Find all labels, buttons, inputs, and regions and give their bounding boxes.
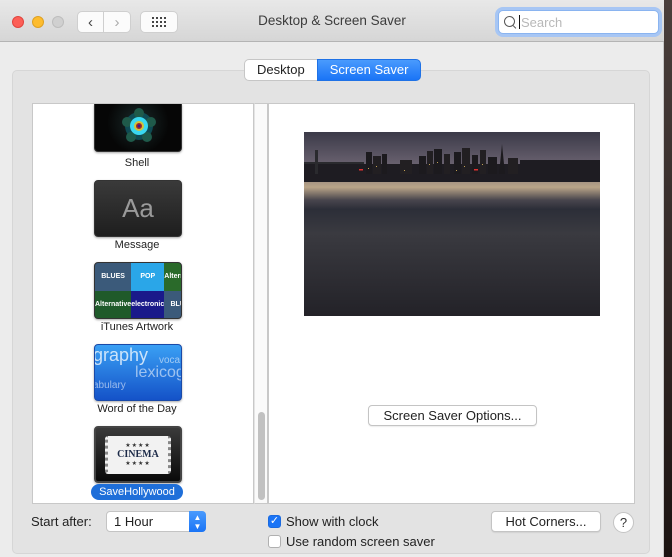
search-field[interactable] bbox=[498, 10, 659, 34]
back-button[interactable]: ‹ bbox=[77, 11, 104, 33]
start-after-label: Start after: bbox=[31, 514, 92, 529]
grid-icon bbox=[152, 17, 166, 27]
tab-bar: Desktop Screen Saver bbox=[244, 59, 422, 81]
savehollywood-thumbnail: ★★★★ CINEMA ★★★★ bbox=[94, 426, 182, 483]
zoom-button[interactable] bbox=[52, 16, 64, 28]
word-of-the-day-thumbnail: graphy voca lexicog abulary bbox=[94, 344, 182, 401]
show-all-button[interactable] bbox=[140, 11, 178, 33]
title-bar: ‹ › Desktop & Screen Saver bbox=[0, 0, 664, 42]
tab-desktop[interactable]: Desktop bbox=[244, 59, 317, 81]
message-thumbnail: Aa bbox=[94, 180, 182, 237]
hot-corners-button[interactable]: Hot Corners... bbox=[491, 511, 601, 532]
item-label: Message bbox=[114, 239, 160, 251]
preferences-window: ‹ › Desktop & Screen Saver Desktop Scree… bbox=[0, 0, 664, 557]
minimize-button[interactable] bbox=[32, 16, 44, 28]
window-title: Desktop & Screen Saver bbox=[258, 13, 406, 28]
item-label: SaveHollywood bbox=[33, 484, 241, 500]
random-screen-saver-label: Use random screen saver bbox=[286, 534, 435, 549]
list-scrollbar[interactable] bbox=[254, 103, 268, 504]
random-screen-saver-checkbox[interactable] bbox=[268, 535, 281, 548]
tab-screen-saver[interactable]: Screen Saver bbox=[316, 59, 422, 81]
ticket-icon: ★★★★ CINEMA ★★★★ bbox=[105, 435, 171, 474]
screen-saver-preview bbox=[304, 132, 600, 316]
show-with-clock-label: Show with clock bbox=[286, 514, 379, 529]
search-input[interactable] bbox=[521, 14, 651, 30]
city-skyline-image bbox=[304, 144, 600, 182]
scrollbar-thumb[interactable] bbox=[258, 412, 265, 500]
text-cursor bbox=[519, 15, 520, 29]
search-icon bbox=[504, 15, 517, 29]
start-after-value: 1 Hour bbox=[114, 514, 154, 529]
help-button[interactable]: ? bbox=[613, 512, 634, 533]
item-label: iTunes Artwork bbox=[100, 321, 174, 333]
item-label: Word of the Day bbox=[97, 403, 177, 415]
navigation-buttons: ‹ › bbox=[77, 11, 132, 33]
chevron-left-icon: ‹ bbox=[88, 13, 93, 31]
preview-pane bbox=[268, 103, 635, 504]
show-with-clock-checkbox[interactable]: ✓ bbox=[268, 515, 281, 528]
itunes-artwork-thumbnail: BLUES POP Alternative electronic Alterna… bbox=[94, 262, 182, 319]
desktop-background bbox=[664, 0, 672, 557]
chevron-up-down-icon: ▲ ▼ bbox=[189, 511, 206, 532]
start-after-select[interactable]: 1 Hour ▲ ▼ bbox=[106, 511, 206, 532]
item-label: Shell bbox=[124, 157, 150, 169]
screen-saver-list[interactable]: Shell Aa Message BLUES POP Alternative e… bbox=[32, 103, 254, 504]
shell-thumbnail bbox=[94, 104, 182, 152]
chevron-right-icon: › bbox=[114, 13, 120, 31]
forward-button[interactable]: › bbox=[104, 11, 131, 33]
close-button[interactable] bbox=[12, 16, 24, 28]
screen-saver-options-button[interactable]: Screen Saver Options... bbox=[368, 405, 537, 426]
